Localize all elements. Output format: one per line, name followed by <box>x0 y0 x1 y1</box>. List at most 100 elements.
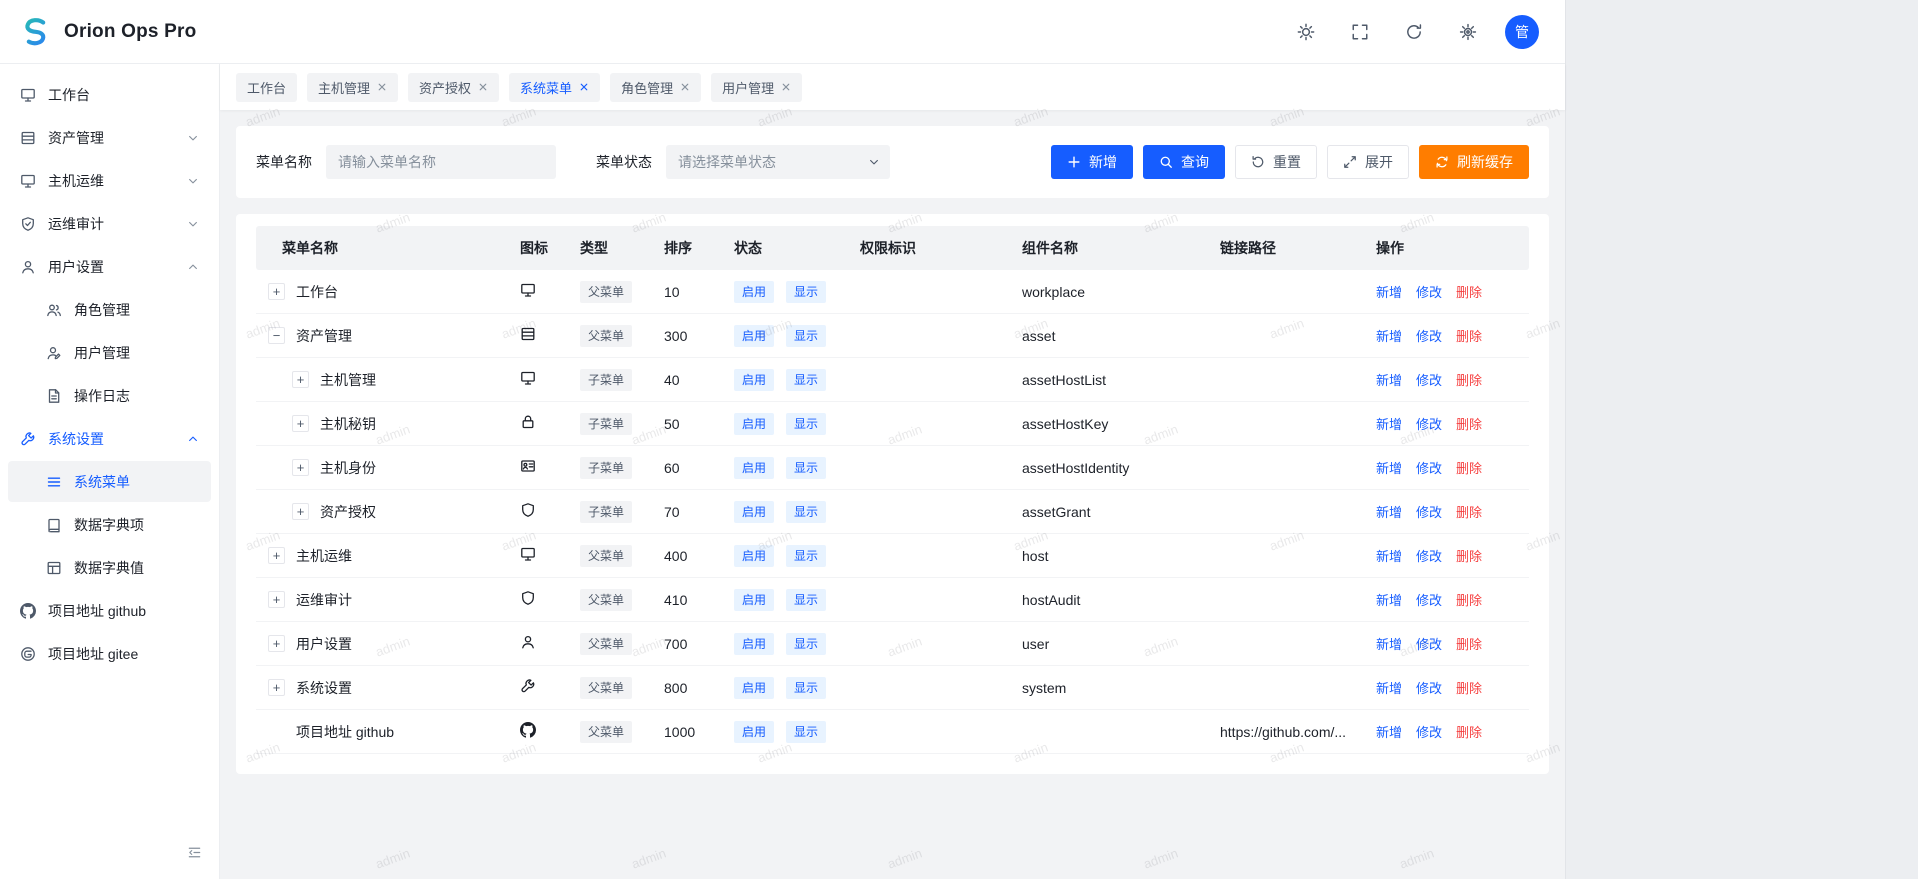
row-add-link[interactable]: 新增 <box>1376 326 1402 345</box>
row-delete-link[interactable]: 删除 <box>1456 370 1482 389</box>
status-cell: 启用显示 <box>734 633 860 655</box>
row-edit-link[interactable]: 修改 <box>1416 722 1442 741</box>
row-edit-link[interactable]: 修改 <box>1416 678 1442 697</box>
menu-name-cell: +主机秘钥 <box>256 414 520 434</box>
sidebar-item-dict-item[interactable]: 数据字典项 <box>8 504 211 545</box>
refresh-button[interactable] <box>1397 15 1431 49</box>
theme-button[interactable] <box>1289 15 1323 49</box>
expand-toggle[interactable]: + <box>268 591 285 608</box>
menu-icon <box>46 474 62 490</box>
menu-type-cell: 父菜单 <box>580 677 664 699</box>
menu-status-select[interactable]: 请选择菜单状态 <box>666 145 890 179</box>
row-add-link[interactable]: 新增 <box>1376 590 1402 609</box>
row-delete-link[interactable]: 删除 <box>1456 590 1482 609</box>
menu-name: 资产管理 <box>296 326 352 346</box>
row-delete-link[interactable]: 删除 <box>1456 546 1482 565</box>
row-actions: 新增修改删除 <box>1376 326 1529 345</box>
row-delete-link[interactable]: 删除 <box>1456 722 1482 741</box>
row-edit-link[interactable]: 修改 <box>1416 282 1442 301</box>
sidebar-item-system-menu[interactable]: 系统菜单 <box>8 461 211 502</box>
tab-close-icon[interactable] <box>478 82 488 92</box>
user-icon <box>20 259 36 275</box>
reset-button[interactable]: 重置 <box>1235 145 1317 179</box>
button-label: 刷新缓存 <box>1457 152 1513 172</box>
expand-toggle[interactable]: + <box>268 635 285 652</box>
tab-close-icon[interactable] <box>680 82 690 92</box>
row-delete-link[interactable]: 删除 <box>1456 678 1482 697</box>
row-edit-link[interactable]: 修改 <box>1416 590 1442 609</box>
tab-host-management[interactable]: 主机管理 <box>307 73 398 102</box>
tab-user-management[interactable]: 用户管理 <box>711 73 802 102</box>
row-delete-link[interactable]: 删除 <box>1456 282 1482 301</box>
row-add-link[interactable]: 新增 <box>1376 458 1402 477</box>
sidebar-collapse-button[interactable] <box>181 839 207 865</box>
query-button[interactable]: 查询 <box>1143 145 1225 179</box>
row-edit-link[interactable]: 修改 <box>1416 326 1442 345</box>
sidebar-item-workbench[interactable]: 工作台 <box>8 74 211 115</box>
refresh-cache-button[interactable]: 刷新缓存 <box>1419 145 1529 179</box>
menu-icon-cell <box>520 502 580 521</box>
row-add-link[interactable]: 新增 <box>1376 546 1402 565</box>
row-add-link[interactable]: 新增 <box>1376 414 1402 433</box>
expand-toggle[interactable]: + <box>292 459 309 476</box>
row-edit-link[interactable]: 修改 <box>1416 634 1442 653</box>
sidebar-item-system-settings[interactable]: 系统设置 <box>8 418 211 459</box>
app-window: Orion Ops Pro 管 工作台资产管理主机运维运维审计用户设置角色管理用… <box>0 0 1566 879</box>
expand-toggle[interactable]: + <box>268 283 285 300</box>
row-add-link[interactable]: 新增 <box>1376 634 1402 653</box>
user-avatar[interactable]: 管 <box>1505 15 1539 49</box>
sidebar-item-asset-management[interactable]: 资产管理 <box>8 117 211 158</box>
tab-close-icon[interactable] <box>377 82 387 92</box>
sort-cell: 410 <box>664 592 734 608</box>
table-body: +工作台父菜单10启用显示workplace新增修改删除−资产管理父菜单300启… <box>256 270 1529 754</box>
sidebar-menu: 工作台资产管理主机运维运维审计用户设置角色管理用户管理操作日志系统设置系统菜单数… <box>8 74 211 674</box>
row-delete-link[interactable]: 删除 <box>1456 634 1482 653</box>
sidebar-item-ops-audit[interactable]: 运维审计 <box>8 203 211 244</box>
row-delete-link[interactable]: 删除 <box>1456 458 1482 477</box>
expand-toggle[interactable]: + <box>292 503 309 520</box>
row-add-link[interactable]: 新增 <box>1376 678 1402 697</box>
sidebar-item-operation-log[interactable]: 操作日志 <box>8 375 211 416</box>
row-edit-link[interactable]: 修改 <box>1416 502 1442 521</box>
tab-system-menu[interactable]: 系统菜单 <box>509 73 600 102</box>
settings-button[interactable] <box>1451 15 1485 49</box>
tab-close-icon[interactable] <box>781 82 791 92</box>
row-edit-link[interactable]: 修改 <box>1416 370 1442 389</box>
table-row: +主机管理子菜单40启用显示assetHostList新增修改删除 <box>256 358 1529 402</box>
row-edit-link[interactable]: 修改 <box>1416 458 1442 477</box>
status-tag: 显示 <box>786 545 826 567</box>
tab-workbench[interactable]: 工作台 <box>236 73 297 102</box>
fullscreen-button[interactable] <box>1343 15 1377 49</box>
sidebar-item-project-gitee[interactable]: 项目地址 gitee <box>8 633 211 674</box>
sidebar-item-project-github[interactable]: 项目地址 github <box>8 590 211 631</box>
row-delete-link[interactable]: 删除 <box>1456 502 1482 521</box>
sidebar-item-user-management[interactable]: 用户管理 <box>8 332 211 373</box>
expand-toggle[interactable]: − <box>268 327 285 344</box>
row-edit-link[interactable]: 修改 <box>1416 414 1442 433</box>
expand-toggle[interactable]: + <box>292 415 309 432</box>
expand-toggle[interactable]: + <box>268 547 285 564</box>
menu-name-input[interactable] <box>326 145 556 179</box>
tab-role-management[interactable]: 角色管理 <box>610 73 701 102</box>
sidebar-item-host-ops[interactable]: 主机运维 <box>8 160 211 201</box>
row-add-link[interactable]: 新增 <box>1376 502 1402 521</box>
tab-label: 工作台 <box>247 78 286 97</box>
expand-button[interactable]: 展开 <box>1327 145 1409 179</box>
add-button[interactable]: 新增 <box>1051 145 1133 179</box>
row-delete-link[interactable]: 删除 <box>1456 326 1482 345</box>
expand-toggle[interactable]: + <box>268 679 285 696</box>
tab-close-icon[interactable] <box>579 82 589 92</box>
sidebar-item-role-management[interactable]: 角色管理 <box>8 289 211 330</box>
expand-toggle[interactable]: + <box>292 371 309 388</box>
tab-asset-grant[interactable]: 资产授权 <box>408 73 499 102</box>
sidebar-item-user-settings[interactable]: 用户设置 <box>8 246 211 287</box>
table-row: +资产授权子菜单70启用显示assetGrant新增修改删除 <box>256 490 1529 534</box>
status-cell: 启用显示 <box>734 457 860 479</box>
row-add-link[interactable]: 新增 <box>1376 282 1402 301</box>
row-add-link[interactable]: 新增 <box>1376 722 1402 741</box>
row-edit-link[interactable]: 修改 <box>1416 546 1442 565</box>
row-add-link[interactable]: 新增 <box>1376 370 1402 389</box>
sidebar-item-dict-value[interactable]: 数据字典值 <box>8 547 211 588</box>
sort-cell: 10 <box>664 284 734 300</box>
row-delete-link[interactable]: 删除 <box>1456 414 1482 433</box>
